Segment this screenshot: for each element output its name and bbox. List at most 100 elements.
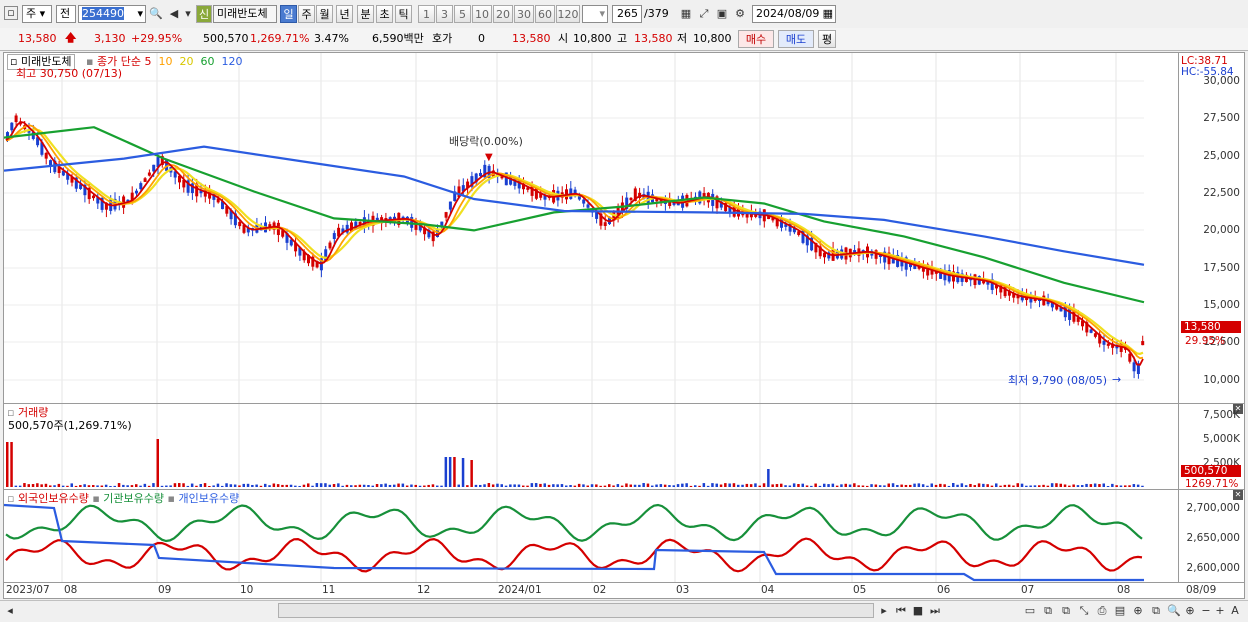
volume-tick: 7,500K — [1203, 409, 1240, 421]
rewind-icon[interactable]: ⏮ — [893, 603, 909, 619]
eval-button[interactable]: 평 — [818, 30, 836, 48]
scroll-right-icon[interactable]: ▸ — [876, 603, 892, 619]
scrollbar-thumb[interactable] — [278, 603, 874, 618]
stock-code-input[interactable]: 254490 ▾ — [78, 5, 146, 23]
volume-bar — [737, 484, 740, 487]
volume-bar — [470, 460, 473, 487]
minute-30-button[interactable]: 30 — [514, 5, 534, 23]
minute-3-button[interactable]: 3 — [436, 5, 453, 23]
grid-icon[interactable]: ▦ — [678, 6, 694, 22]
volume-bar — [31, 484, 35, 487]
chart-area[interactable]: ▫ 미래반도체 ▪ 종가 단순 5 10 20 60 120 최고 30,750… — [3, 52, 1245, 583]
volume-bar — [233, 484, 237, 487]
camera-icon[interactable]: ⎙ — [1094, 603, 1110, 619]
minute-120-button[interactable]: 120 — [556, 5, 580, 23]
add-icon[interactable]: + — [1212, 603, 1228, 619]
candle-body — [147, 172, 151, 176]
volume-bar — [625, 483, 628, 487]
crosshair-icon[interactable]: ⤢ — [696, 6, 712, 22]
volume-bar — [603, 485, 607, 487]
volume-bar — [367, 485, 370, 487]
holding-tick: 2,600,000 — [1186, 562, 1240, 574]
search-icon[interactable]: 🔍 — [148, 6, 164, 22]
volume-bar — [414, 484, 417, 487]
volume-bar — [117, 483, 121, 487]
volume-bar — [754, 483, 757, 487]
close-panel-icon[interactable]: ✕ — [1233, 490, 1243, 500]
font-size-icon[interactable]: A — [1227, 603, 1243, 619]
tab-day[interactable]: 일 — [280, 5, 297, 23]
volume-bar — [1093, 483, 1097, 487]
volume-bar — [466, 485, 469, 487]
minute-1-button[interactable]: 1 — [418, 5, 435, 23]
volume-bar — [1085, 483, 1088, 487]
tab-second[interactable]: 초 — [376, 5, 393, 23]
volume-panel-title[interactable]: ▫ 거래량 — [7, 406, 48, 420]
panel-divider[interactable] — [4, 403, 1245, 404]
date-input[interactable]: 2024/08/09 ▦ — [752, 5, 836, 23]
candle-body — [1132, 362, 1136, 372]
volume-bar — [651, 485, 654, 487]
volume-bar — [126, 485, 129, 487]
zoom-in-icon[interactable]: ⊕ — [1182, 603, 1198, 619]
volume-bar — [1003, 484, 1007, 487]
period-select[interactable]: 주 ▾ — [22, 5, 52, 23]
volume-panel-title-text: 거래량 — [17, 406, 49, 419]
custom-interval-select[interactable]: ▾ — [582, 5, 608, 23]
zoom-fit-icon[interactable]: ⤡ — [1076, 603, 1092, 619]
minute-5-button[interactable]: 5 — [454, 5, 471, 23]
panel-divider[interactable] — [4, 489, 1245, 490]
volume-bar — [113, 485, 116, 487]
volume-bar — [483, 484, 486, 487]
holding-tick: 2,650,000 — [1186, 532, 1240, 544]
chart-type-icon[interactable]: ▤ — [1112, 603, 1128, 619]
volume-bar — [182, 483, 185, 487]
volume-bar — [818, 485, 822, 487]
minute-60-button[interactable]: 60 — [535, 5, 555, 23]
new-listing-badge: 신 — [196, 5, 212, 23]
zoom-icon[interactable]: ⊕ — [1130, 603, 1146, 619]
volume-bar — [646, 483, 650, 487]
price-tick: 10,000 — [1203, 374, 1240, 386]
volume-bar — [878, 485, 882, 487]
window-menu-icon[interactable]: ▫ — [4, 6, 18, 20]
calendar-icon[interactable]: ▦ — [823, 6, 833, 22]
volume-bar — [582, 484, 585, 487]
prev-select[interactable]: 전 — [56, 5, 76, 23]
volume-bar — [749, 484, 753, 487]
stop-icon[interactable]: ■ — [910, 603, 926, 619]
tab-tick[interactable]: 틱 — [395, 5, 412, 23]
volume-bar — [221, 485, 224, 487]
buy-button[interactable]: 매수 — [738, 30, 774, 48]
scroll-left-icon[interactable]: ◂ — [2, 603, 18, 619]
dropdown-icon[interactable]: ▾ — [180, 6, 196, 22]
x-label: 2024/01 — [498, 584, 542, 596]
price-change-pct: +29.95% — [131, 32, 183, 45]
x-label: 05 — [853, 584, 867, 596]
volume-bar — [242, 483, 245, 487]
minute-10-button[interactable]: 10 — [472, 5, 492, 23]
minute-20-button[interactable]: 20 — [493, 5, 513, 23]
multi-window-icon[interactable]: ⧉ — [1040, 603, 1056, 619]
fast-forward-icon[interactable]: ⏭ — [927, 603, 943, 619]
save-icon[interactable]: ▣ — [714, 6, 730, 22]
sell-button[interactable]: 매도 — [778, 30, 814, 48]
search-zoom-icon[interactable]: 🔍 — [1166, 603, 1182, 619]
layout-icon[interactable]: ▭ — [1022, 603, 1038, 619]
volume-bar — [49, 485, 52, 487]
volume-bar — [612, 485, 615, 487]
bar-count-input[interactable]: 265 — [612, 5, 642, 23]
tab-minute[interactable]: 분 — [357, 5, 374, 23]
volume-bar — [715, 483, 718, 487]
volume-bar — [496, 483, 499, 487]
copy-icon[interactable]: ⧉ — [1058, 603, 1074, 619]
volume-bar — [1068, 485, 1071, 487]
volume-bar — [289, 484, 293, 487]
volume-bar — [384, 483, 387, 487]
tab-year[interactable]: 년 — [336, 5, 353, 23]
settings-icon[interactable]: ⚙ — [732, 6, 748, 22]
tab-month[interactable]: 월 — [316, 5, 333, 23]
copy-chart-icon[interactable]: ⧉ — [1148, 603, 1164, 619]
tab-week[interactable]: 주 — [298, 5, 315, 23]
volume-bar — [1063, 484, 1067, 487]
